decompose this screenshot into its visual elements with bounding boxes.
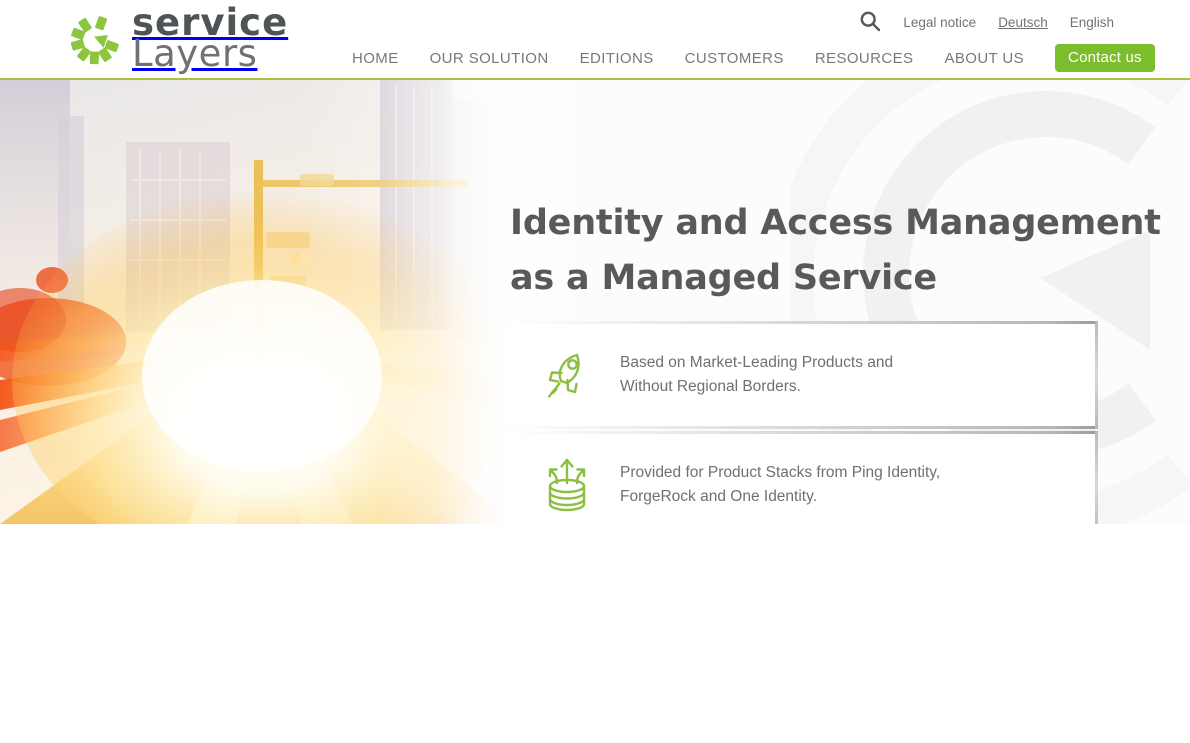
legal-notice-link[interactable]: Legal notice	[903, 15, 976, 30]
feature-card-line-2: Without Regional Borders.	[620, 378, 801, 395]
rocket-icon	[536, 347, 598, 403]
site-logo[interactable]: service Layers	[66, 4, 288, 76]
service-layers-ring-icon	[70, 15, 119, 64]
hero-title-line-2: as a Managed Service	[510, 258, 937, 299]
hero-feature-cards: Based on Market-Leading Products and Wit…	[508, 321, 1098, 524]
main-navigation: HOME OUR SOLUTION EDITIONS CUSTOMERS RES…	[352, 44, 1155, 72]
feature-card-line-1: Provided for Product Stacks from Ping Id…	[620, 463, 941, 481]
card-right-edge	[1095, 431, 1098, 524]
nav-item-home[interactable]: HOME	[352, 50, 399, 67]
utility-bar: Legal notice Deutsch English	[859, 10, 1114, 35]
feature-card-market-leading: Based on Market-Leading Products and Wit…	[508, 321, 1098, 429]
contact-us-button[interactable]: Contact us	[1055, 44, 1155, 72]
hero-section: Identity and Access Management as a Mana…	[0, 80, 1190, 524]
feature-card-line-1: Based on Market-Leading Products and	[620, 353, 894, 371]
database-stack-icon	[536, 456, 598, 514]
site-header: service Layers Legal notice Deutsch Engl…	[0, 0, 1190, 80]
nav-item-about-us[interactable]: ABOUT US	[944, 50, 1024, 67]
nav-item-resources[interactable]: RESOURCES	[815, 50, 914, 67]
logo-wordmark: service Layers	[132, 4, 288, 76]
logo-line-layers: Layers	[132, 32, 258, 76]
nav-item-customers[interactable]: CUSTOMERS	[685, 50, 784, 67]
feature-card-text: Provided for Product Stacks from Ping Id…	[620, 461, 940, 509]
feature-card-text: Based on Market-Leading Products and Wit…	[620, 351, 893, 399]
nav-item-our-solution[interactable]: OUR SOLUTION	[430, 50, 549, 67]
nav-item-editions[interactable]: EDITIONS	[580, 50, 654, 67]
hero-title: Identity and Access Management as a Mana…	[510, 196, 1161, 307]
card-right-edge	[1095, 321, 1098, 429]
search-icon[interactable]	[859, 10, 881, 35]
feature-card-product-stacks: Provided for Product Stacks from Ping Id…	[508, 431, 1098, 524]
hero-title-line-1: Identity and Access Management	[510, 203, 1161, 243]
intro-content-section: Complex, demanding, global Service Layer…	[0, 524, 1190, 743]
feature-card-line-2: ForgeRock and One Identity.	[620, 488, 818, 505]
language-link-deutsch[interactable]: Deutsch	[998, 15, 1048, 30]
language-link-english[interactable]: English	[1070, 15, 1114, 30]
